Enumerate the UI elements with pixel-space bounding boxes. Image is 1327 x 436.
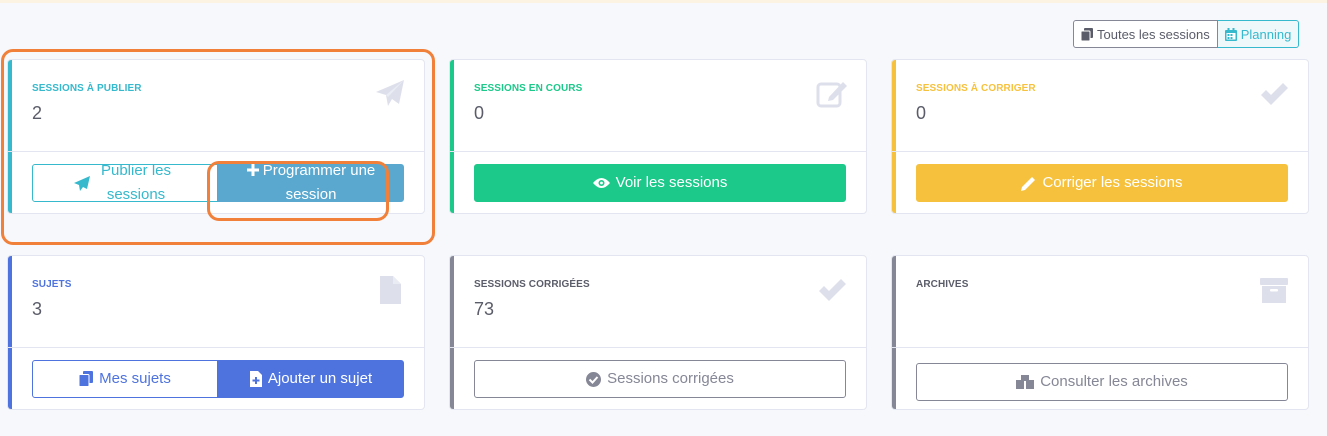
view-archives-button[interactable]: Consulter les archives [916, 363, 1288, 401]
edit-icon [816, 82, 847, 108]
boxes-icon [1016, 375, 1035, 389]
card-title: SESSIONS À CORRIGER [916, 83, 1036, 94]
card-count: 0 [916, 103, 927, 123]
correct-sessions-label: Corriger les sessions [1042, 174, 1183, 191]
subjects-card: SUJETS 3 Mes sujets Ajouter un sujet [7, 255, 425, 410]
card-count: 0 [474, 103, 485, 123]
check-circle-icon [586, 371, 602, 387]
card-accent-bar [450, 60, 454, 213]
card-actions: Mes sujets Ajouter un sujet [32, 360, 404, 398]
add-subject-label: Ajouter un sujet [267, 370, 373, 387]
card-title: SUJETS [32, 279, 72, 290]
card-actions: Sessions corrigées [474, 360, 846, 398]
card-title: SESSIONS CORRIGÉES [474, 279, 590, 290]
sessions-to-correct-card: SESSIONS À CORRIGER 0 Corriger les sessi… [891, 59, 1309, 214]
view-toggle-group: Toutes les sessions Planning [1073, 20, 1300, 48]
card-title: SESSIONS EN COURS [474, 83, 583, 94]
card-accent-bar [892, 256, 896, 409]
corrected-sessions-card: SESSIONS CORRIGÉES 73 Sessions corrigées [449, 255, 867, 410]
all-sessions-label: Toutes les sessions [1097, 26, 1210, 42]
planning-button[interactable]: Planning [1217, 20, 1300, 48]
archives-card: ARCHIVES Consulter les archives [891, 255, 1309, 410]
card-divider [892, 347, 1308, 348]
card-accent-bar [892, 60, 896, 213]
pencil-icon [1021, 176, 1036, 191]
correct-sessions-button[interactable]: Corriger les sessions [916, 164, 1288, 202]
corrected-sessions-button[interactable]: Sessions corrigées [474, 360, 846, 398]
my-subjects-label: Mes sujets [99, 370, 171, 387]
card-actions: Consulter les archives [916, 363, 1288, 401]
card-accent-bar [8, 256, 12, 409]
card-count: 3 [32, 299, 43, 319]
copy-icon [1081, 27, 1093, 41]
card-title: ARCHIVES [916, 279, 969, 290]
card-actions: Voir les sessions [474, 164, 846, 202]
planning-label: Planning [1240, 26, 1292, 42]
corrected-sessions-label: Sessions corrigées [607, 370, 734, 387]
top-border [0, 0, 1327, 3]
view-sessions-button[interactable]: Voir les sessions [474, 164, 846, 202]
card-divider [450, 151, 866, 152]
card-divider [892, 151, 1308, 152]
file-icon [380, 276, 401, 304]
sessions-in-progress-card: SESSIONS EN COURS 0 Voir les sessions [449, 59, 867, 214]
card-count: 73 [474, 299, 495, 319]
my-subjects-button[interactable]: Mes sujets [32, 360, 218, 398]
check-icon [1261, 83, 1288, 105]
calendar-icon [1224, 27, 1237, 41]
card-divider [8, 347, 424, 348]
view-archives-label: Consulter les archives [1040, 373, 1188, 390]
card-accent-bar [450, 256, 454, 409]
highlight-outline [207, 161, 389, 221]
archive-icon [1260, 278, 1288, 303]
files-icon [79, 371, 94, 387]
all-sessions-button[interactable]: Toutes les sessions [1073, 20, 1218, 48]
check-icon [819, 279, 846, 301]
add-subject-button[interactable]: Ajouter un sujet [218, 360, 404, 398]
card-divider [450, 347, 866, 348]
card-actions: Corriger les sessions [916, 164, 1288, 202]
view-sessions-label: Voir les sessions [615, 174, 728, 191]
file-plus-icon [249, 371, 262, 387]
eye-icon [592, 178, 610, 188]
